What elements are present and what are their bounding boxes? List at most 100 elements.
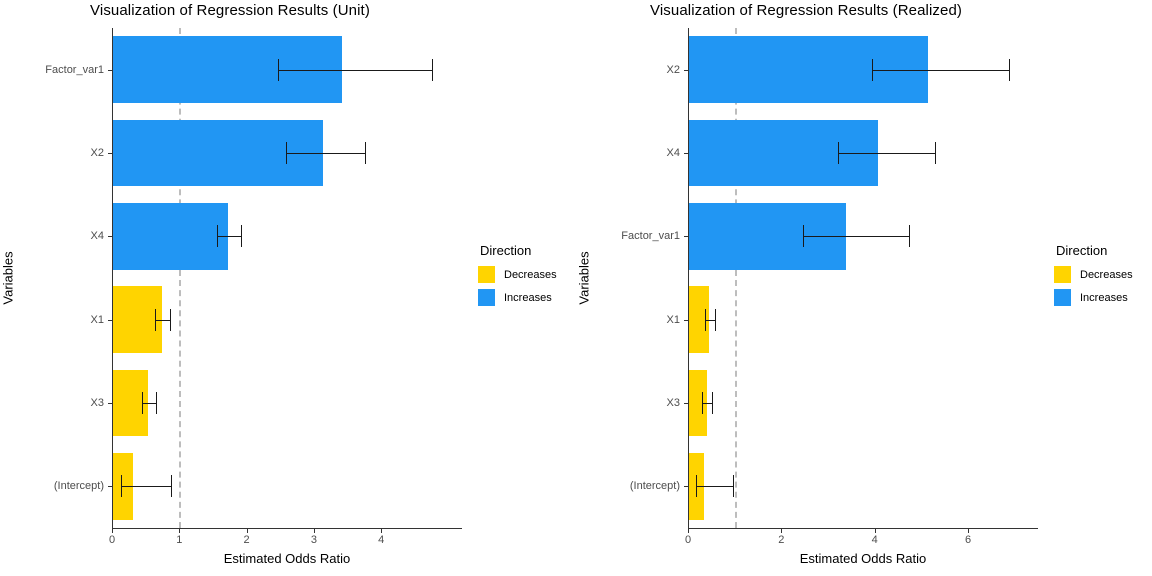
y-axis-line-unit — [112, 28, 113, 529]
chart-panel-unit: Visualization of Regression Results (Uni… — [0, 0, 576, 576]
error-cap-low — [141, 392, 143, 414]
bar-x4 — [112, 203, 228, 270]
x-tick-label: 0 — [108, 534, 116, 546]
legend-label-increases: Increases — [504, 291, 552, 304]
y-axis-line-realized — [688, 28, 689, 529]
x-tick — [112, 529, 113, 533]
legend-swatch-increases — [478, 289, 495, 306]
x-tick — [179, 529, 181, 533]
error-bar-x3 — [702, 403, 713, 404]
x-tick-label: 0 — [684, 534, 692, 546]
legend-item-decreases[interactable]: Decreases — [478, 266, 557, 283]
chart-title-unit: Visualization of Regression Results (Uni… — [90, 2, 370, 19]
y-tick-label-x2: X2 — [90, 147, 104, 159]
error-cap-low — [872, 58, 874, 81]
error-bar-factor_var1 — [802, 236, 909, 238]
y-tick — [684, 486, 688, 488]
x-tick — [874, 529, 876, 533]
x-tick — [381, 529, 383, 533]
chart-panel-realized: Visualization of Regression Results (Rea… — [576, 0, 1152, 576]
legend-realized: Direction Decreases Increases — [1054, 243, 1133, 312]
legend-label-decreases: Decreases — [1080, 268, 1133, 281]
error-bar-x2 — [872, 69, 1010, 71]
y-tick-label-x1: X1 — [90, 313, 104, 326]
error-cap-low — [802, 225, 804, 248]
x-axis-line-realized — [688, 528, 1038, 529]
y-axis-title-realized: Variables — [576, 251, 592, 305]
error-bar-intercept — [696, 486, 733, 488]
error-cap-high — [1009, 58, 1011, 81]
error-cap-low — [120, 475, 122, 498]
y-tick-label-factor_var1: Factor_var1 — [45, 63, 104, 76]
y-tick — [108, 236, 112, 238]
y-tick-label-x4: X4 — [90, 230, 104, 243]
x-tick — [246, 529, 248, 533]
y-tick-label-x1: X1 — [666, 313, 680, 326]
x-axis-title-realized: Estimated Odds Ratio — [799, 551, 927, 566]
plot-area-realized — [688, 28, 1038, 528]
error-bar-x4 — [217, 236, 241, 238]
error-cap-high — [712, 392, 714, 414]
x-tick — [313, 529, 315, 533]
error-bar-factor_var1 — [277, 69, 432, 71]
x-tick-label: 4 — [871, 534, 878, 546]
y-tick — [684, 153, 688, 154]
legend-label-decreases: Decreases — [504, 268, 557, 281]
x-axis-title-unit: Estimated Odds Ratio — [223, 551, 351, 566]
error-cap-low — [704, 308, 706, 331]
error-cap-high — [714, 308, 716, 331]
chart-title-realized: Visualization of Regression Results (Rea… — [650, 2, 962, 19]
legend-title: Direction — [1056, 243, 1108, 258]
reference-line — [734, 28, 737, 528]
y-tick — [108, 69, 112, 71]
error-cap-high — [732, 475, 734, 498]
error-cap-high — [431, 58, 433, 81]
x-tick — [688, 529, 689, 533]
error-bar-x4 — [838, 153, 935, 154]
y-tick — [684, 403, 688, 404]
legend-swatch-increases — [1054, 289, 1071, 306]
error-cap-low — [838, 142, 840, 164]
legend-item-increases[interactable]: Increases — [478, 289, 557, 306]
y-tick-label-x3: X3 — [90, 397, 104, 409]
error-cap-low — [696, 475, 698, 498]
error-bar-x2 — [285, 153, 366, 154]
error-cap-low — [277, 58, 279, 81]
y-tick-label-intercept: (Intercept) — [629, 480, 680, 493]
error-cap-high — [934, 142, 936, 164]
legend-label-increases: Increases — [1080, 291, 1128, 304]
error-cap-high — [240, 225, 242, 248]
error-bar-intercept — [120, 486, 172, 488]
legend-title: Direction — [480, 243, 532, 258]
error-cap-high — [171, 475, 173, 498]
y-tick — [108, 403, 112, 404]
legend-item-increases[interactable]: Increases — [1054, 289, 1133, 306]
error-bar-x1 — [704, 319, 715, 321]
y-tick — [684, 69, 688, 71]
y-tick-label-x3: X3 — [666, 397, 680, 409]
y-tick — [108, 153, 112, 154]
error-cap-low — [702, 392, 704, 414]
reference-line — [179, 28, 182, 528]
x-tick-label: 2 — [778, 534, 785, 546]
y-tick — [108, 319, 112, 321]
y-tick-label-x2: X2 — [666, 63, 680, 76]
y-tick — [684, 236, 688, 238]
legend-unit: Direction Decreases Increases — [478, 243, 557, 312]
plot-area-unit — [112, 28, 462, 528]
x-tick — [781, 529, 783, 533]
x-tick-label: 6 — [964, 534, 972, 546]
x-tick-label: 4 — [378, 534, 385, 546]
error-cap-low — [155, 308, 157, 331]
x-tick-label: 2 — [243, 534, 250, 546]
error-cap-high — [908, 225, 910, 248]
error-cap-high — [169, 308, 171, 331]
legend-item-decreases[interactable]: Decreases — [1054, 266, 1133, 283]
y-tick-label-intercept: (Intercept) — [53, 480, 104, 493]
y-tick — [108, 486, 112, 488]
error-cap-high — [365, 142, 367, 164]
legend-swatch-decreases — [478, 266, 495, 283]
error-cap-low — [217, 225, 218, 248]
error-cap-low — [285, 142, 287, 164]
y-tick — [684, 319, 688, 321]
